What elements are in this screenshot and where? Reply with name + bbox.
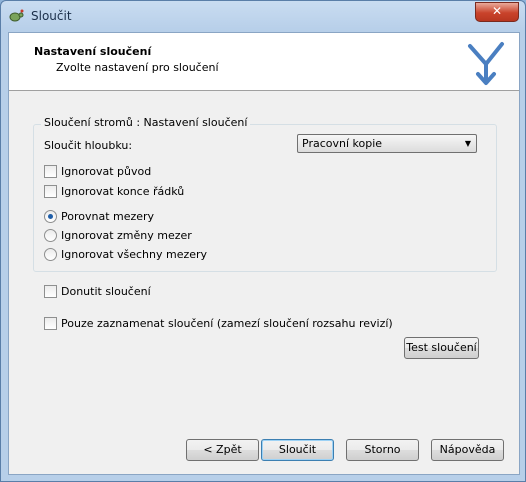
wizard-header: Nastavení sloučení Zvolte nastavení pro … [9,33,519,91]
help-button[interactable]: Nápověda [431,439,504,461]
page-subtitle: Zvolte nastavení pro sloučení [56,61,219,74]
ignore-eol-checkbox[interactable] [44,185,57,198]
compare-whitespace-radio[interactable] [44,210,57,223]
cancel-button[interactable]: Storno [346,439,419,461]
merge-button[interactable]: Sloučit [261,439,334,461]
page-title: Nastavení sloučení [34,45,152,58]
force-merge-label[interactable]: Donutit sloučení [61,285,151,298]
close-button[interactable]: ✕ [475,2,519,22]
merge-depth-select[interactable]: Pracovní kopie ▼ [297,134,477,153]
ignore-whitespace-changes-radio[interactable] [44,229,57,242]
group-label: Sloučení stromů : Nastavení sloučení [41,116,251,129]
ignore-all-whitespace-label[interactable]: Ignorovat všechny mezery [61,248,207,261]
compare-whitespace-label[interactable]: Porovnat mezery [61,210,154,223]
test-merge-button[interactable]: Test sloučení [404,337,479,359]
window-title: Sloučit [31,9,72,23]
merge-dialog-window: Sloučit ✕ Nastavení sloučení Zvolte nast… [0,0,526,482]
tortoise-app-icon [9,9,24,22]
dialog-footer: < Zpět Sloučit Storno Nápověda [9,423,519,474]
ignore-all-whitespace-radio[interactable] [44,248,57,261]
merge-logo-icon [468,42,504,85]
title-bar[interactable]: Sloučit ✕ [1,1,525,31]
record-only-checkbox[interactable] [44,317,57,330]
ignore-ancestry-checkbox[interactable] [44,165,57,178]
ignore-eol-label[interactable]: Ignorovat konce řádků [61,185,184,198]
back-button[interactable]: < Zpět [186,439,259,461]
chevron-down-icon: ▼ [464,139,471,148]
merge-depth-value: Pracovní kopie [302,137,383,150]
ignore-ancestry-label[interactable]: Ignorovat původ [61,165,151,178]
record-only-label[interactable]: Pouze zaznamenat sloučení (zamezí slouče… [61,317,393,330]
dialog-body: Nastavení sloučení Zvolte nastavení pro … [8,32,520,475]
merge-depth-label: Sloučit hloubku: [44,139,133,152]
force-merge-checkbox[interactable] [44,285,57,298]
ignore-whitespace-changes-label[interactable]: Ignorovat změny mezer [61,229,192,242]
